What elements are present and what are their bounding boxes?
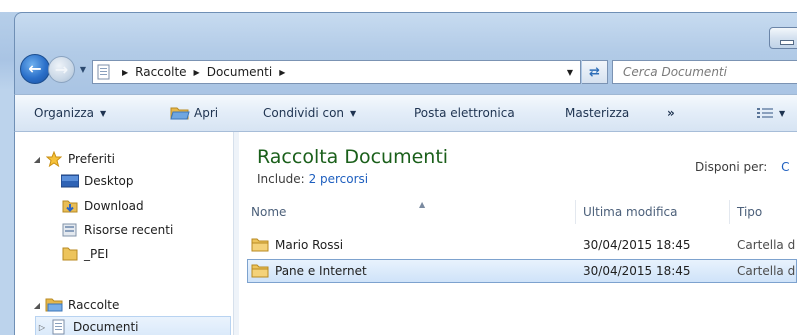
star-icon <box>45 151 63 167</box>
include-label: Include: <box>257 172 305 186</box>
desktop-icon <box>61 173 79 189</box>
open-folder-icon <box>170 106 190 120</box>
folder-icon <box>61 246 79 262</box>
folder-icon <box>251 260 269 282</box>
breadcrumb-raccolte[interactable]: Raccolte <box>135 65 186 79</box>
recent-places-icon <box>61 222 79 238</box>
refresh-icon: ⇄ <box>589 64 600 80</box>
include-locations-link[interactable]: 2 percorsi <box>309 172 369 186</box>
sidebar-item-label: Risorse recenti <box>84 223 174 237</box>
sidebar-item-pei[interactable]: _PEI <box>61 243 108 265</box>
refresh-button[interactable]: ⇄ <box>582 60 608 84</box>
breadcrumb-separator-icon[interactable]: ▶ <box>279 68 285 77</box>
recent-pages-dropdown[interactable]: ▼ <box>77 64 89 76</box>
arrange-by: Disponi per: C <box>695 160 790 174</box>
forward-arrow-icon: → <box>54 59 69 79</box>
breadcrumb-separator-icon[interactable]: ▶ <box>122 68 128 77</box>
address-bar[interactable]: ▶ Raccolte ▶ Documenti ▶ ▼ <box>92 60 581 84</box>
file-row[interactable]: Mario Rossi 30/04/2015 18:45 Cartella d <box>247 234 797 258</box>
share-button[interactable]: Condividi con ▼ <box>263 95 356 131</box>
sidebar-group-libraries[interactable]: ◢ Raccolte <box>31 294 119 316</box>
chevron-down-icon: ▼ <box>100 108 107 118</box>
back-arrow-icon: ← <box>28 59 42 78</box>
share-label: Condividi con <box>263 106 345 120</box>
more-label: » <box>667 106 675 120</box>
back-button[interactable]: ← <box>20 54 50 84</box>
sidebar-group-label: Raccolte <box>68 298 120 312</box>
column-divider[interactable] <box>729 200 730 224</box>
sidebar-item-label: Download <box>84 199 144 213</box>
library-include: Include: 2 percorsi <box>257 172 368 186</box>
column-header-label: Ultima modifica <box>583 205 678 219</box>
expand-arrow-icon[interactable]: ▷ <box>36 323 48 332</box>
arrange-by-link[interactable]: C <box>781 160 789 174</box>
email-button[interactable]: Posta elettronica <box>414 95 515 131</box>
burn-label: Masterizza <box>565 106 630 120</box>
organize-label: Organizza <box>34 106 95 120</box>
column-header-label: Tipo <box>737 205 763 219</box>
view-details-icon <box>757 107 773 119</box>
column-header-name[interactable]: Nome <box>251 196 286 228</box>
folder-icon <box>251 234 269 256</box>
file-type: Cartella d <box>737 264 796 278</box>
sidebar-item-label: _PEI <box>84 247 109 261</box>
sidebar-item-download[interactable]: Download <box>61 195 144 217</box>
arrange-label: Disponi per: <box>695 160 768 174</box>
organize-button[interactable]: Organizza ▼ <box>34 95 106 131</box>
file-modified: 30/04/2015 18:45 <box>583 264 691 278</box>
library-title: Raccolta Documenti <box>257 146 449 168</box>
forward-button[interactable]: → <box>48 56 75 83</box>
libraries-icon <box>45 297 63 313</box>
sidebar-item-label: Desktop <box>84 174 134 188</box>
column-divider[interactable] <box>575 200 576 224</box>
file-row[interactable]: Pane e Internet 30/04/2015 18:45 Cartell… <box>247 259 797 283</box>
collapse-arrow-icon[interactable]: ◢ <box>31 301 43 310</box>
command-bar: Organizza ▼ Apri Condividi con ▼ Posta e… <box>14 94 797 132</box>
file-modified: 30/04/2015 18:45 <box>583 238 691 252</box>
breadcrumb-documenti[interactable]: Documenti <box>207 65 273 79</box>
sidebar-item-label: Documenti <box>73 320 139 334</box>
search-placeholder: Cerca Documenti <box>623 65 727 79</box>
chevron-down-icon: ▼ <box>779 108 786 118</box>
library-location-icon <box>93 61 115 83</box>
column-header-modified[interactable]: Ultima modifica <box>583 196 678 228</box>
column-header-type[interactable]: Tipo <box>737 196 762 228</box>
column-header-label: Nome <box>251 205 287 219</box>
address-dropdown-icon[interactable]: ▼ <box>560 61 580 83</box>
sidebar-item-desktop[interactable]: Desktop <box>61 170 134 192</box>
breadcrumb-separator-icon[interactable]: ▶ <box>194 68 200 77</box>
open-label: Apri <box>194 106 219 120</box>
view-options-button[interactable]: ▼ <box>757 95 785 131</box>
file-name: Mario Rossi <box>275 238 344 252</box>
navigation-pane: ◢ Preferiti Desktop Download Risorse rec… <box>14 132 233 335</box>
chevron-down-icon: ▼ <box>350 108 357 118</box>
file-name: Pane e Internet <box>275 264 367 278</box>
sort-ascending-icon: ▲ <box>419 200 426 209</box>
sidebar-group-label: Preferiti <box>68 152 115 166</box>
collapse-arrow-icon[interactable]: ◢ <box>31 155 43 164</box>
content-pane: Raccolta Documenti Include: 2 percorsi D… <box>239 132 797 335</box>
more-commands-button[interactable]: » <box>667 95 675 131</box>
sidebar-item-recent-places[interactable]: Risorse recenti <box>61 219 173 241</box>
open-button[interactable]: Apri <box>170 95 218 131</box>
sidebar-group-favorites[interactable]: ◢ Preferiti <box>31 148 115 170</box>
sidebar-item-documenti[interactable]: ▷ Documenti <box>35 316 231 335</box>
documents-library-icon <box>50 319 68 335</box>
email-label: Posta elettronica <box>414 106 515 120</box>
window-titlebar <box>14 12 797 100</box>
download-folder-icon <box>61 198 79 214</box>
desktop-background <box>0 0 797 12</box>
minimize-button[interactable] <box>769 27 797 49</box>
search-input[interactable]: Cerca Documenti <box>612 60 797 84</box>
file-type: Cartella d <box>737 238 796 252</box>
burn-button[interactable]: Masterizza <box>565 95 629 131</box>
